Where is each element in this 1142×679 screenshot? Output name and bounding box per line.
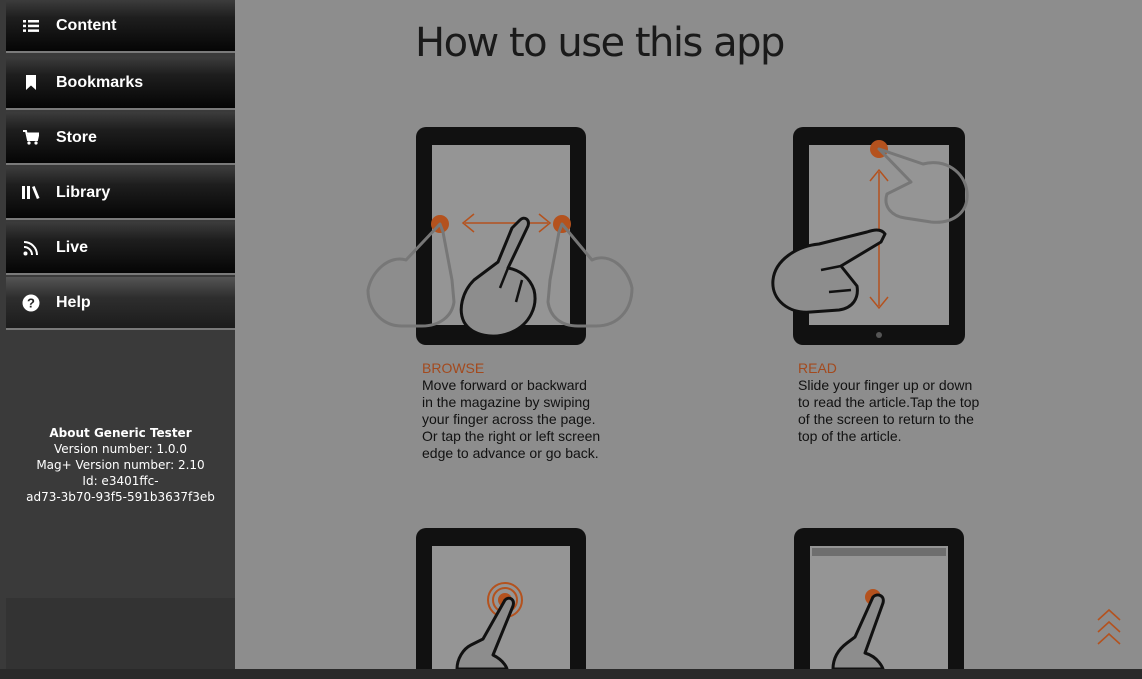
magplus-version: Mag+ Version number: 2.10 [36, 458, 205, 472]
bottom-bar [0, 669, 1142, 679]
version-number: Version number: 1.0.0 [54, 442, 187, 456]
nav-item-help[interactable]: ? Help [6, 277, 235, 330]
nav-label: Bookmarks [56, 73, 144, 91]
help-icon: ? [6, 294, 56, 312]
page-title: How to use this app [415, 20, 785, 66]
nav-label: Live [56, 238, 89, 256]
svg-text:?: ? [27, 295, 35, 310]
nav-label: Store [56, 128, 97, 146]
scroll-top-icon[interactable] [1096, 608, 1122, 650]
library-icon [6, 186, 56, 199]
browse-heading: BROWSE [422, 360, 485, 376]
about-title: About Generic Tester [49, 426, 192, 440]
sidebar: Content Bookmarks Store Library Live ? H… [0, 0, 235, 669]
read-heading: READ [798, 360, 837, 376]
nav-item-content[interactable]: Content [6, 0, 235, 53]
top-tap-illustration [794, 528, 964, 669]
list-icon [6, 19, 56, 33]
caption-line: to read the article.Tap the top [798, 394, 980, 410]
caption-line: in the magazine by swiping [422, 394, 591, 410]
about-panel: About Generic Tester Version number: 1.0… [6, 332, 235, 598]
caption-line: Move forward or backward [422, 377, 587, 393]
nav-item-bookmarks[interactable]: Bookmarks [6, 57, 235, 110]
sidebar-footer [6, 598, 235, 669]
caption-line: Or tap the right or left screen [422, 428, 601, 444]
help-page[interactable]: How to use this app BROWSE Move forward … [235, 0, 1142, 669]
browse-caption: BROWSE Move forward or backward in the m… [422, 360, 642, 462]
bookmark-icon [6, 75, 56, 90]
nav-item-store[interactable]: Store [6, 112, 235, 165]
nav-item-library[interactable]: Library [6, 167, 235, 220]
read-caption: READ Slide your finger up or down to rea… [798, 360, 1018, 445]
nav-item-live[interactable]: Live [6, 222, 235, 275]
tap-illustration [416, 528, 586, 669]
device-id-line2: ad73-3b70-93f5-591b3637f3eb [26, 490, 215, 504]
nav-label: Content [56, 16, 117, 34]
caption-line: Slide your finger up or down [798, 377, 973, 393]
rss-icon [6, 240, 56, 256]
browse-illustration [366, 127, 634, 345]
caption-line: top of the article. [798, 428, 902, 444]
cart-icon [6, 130, 56, 145]
nav-label: Library [56, 183, 111, 201]
read-illustration [771, 127, 969, 345]
nav-label: Help [56, 293, 91, 311]
caption-line: edge to advance or go back. [422, 445, 599, 461]
device-id-line1: Id: e3401ffc- [82, 474, 159, 488]
caption-line: of the screen to return to the [798, 411, 974, 427]
caption-line: your finger across the page. [422, 411, 596, 427]
